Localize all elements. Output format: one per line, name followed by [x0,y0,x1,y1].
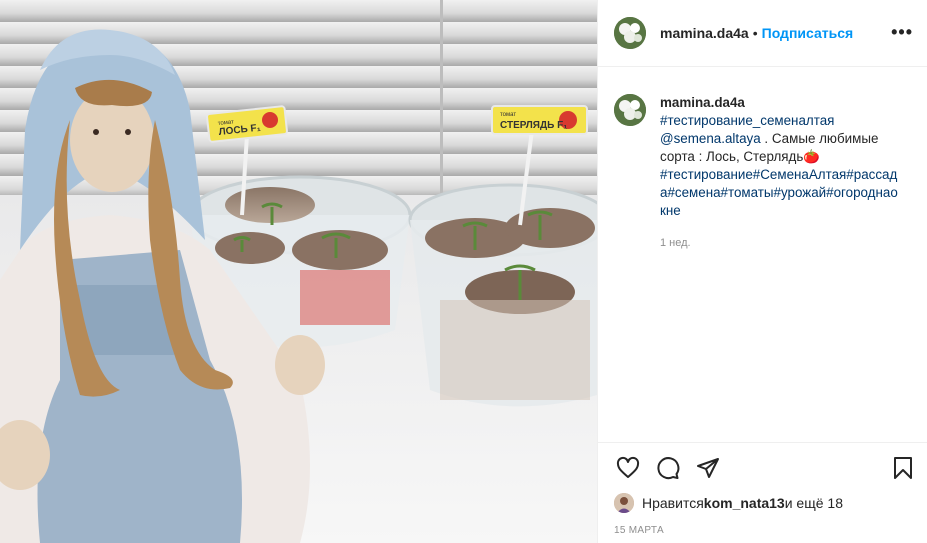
username-link[interactable]: mamina.da4a [660,25,749,41]
heart-icon[interactable] [614,454,642,482]
mention-link[interactable]: @semena.altaya [660,131,761,146]
action-icons [614,443,912,493]
actions-bar: Нравится kom_nata13 и ещё 18 15 МАРТА [598,442,927,543]
bookmark-icon[interactable] [889,454,917,482]
post-side-panel: mamina.da4a • Подписаться ••• mamina.da4… [597,0,927,543]
follow-button[interactable]: Подписаться [762,25,854,41]
post-photo[interactable]: томат ЛОСЬ F₁ томат СТЕРЛЯДЬ F₁ [0,0,597,543]
hashtags-link[interactable]: #тестирование#СеменаАлтая#рассада#семена… [660,167,898,218]
liker-username[interactable]: kom_nata13 [704,495,785,511]
post-header: mamina.da4a • Подписаться ••• [598,0,927,67]
avatar[interactable] [614,17,646,49]
share-icon[interactable] [694,454,722,482]
avatar[interactable] [614,94,646,126]
hashtag-link[interactable]: #тестирование_семеналтая [660,113,834,128]
caption-text: mamina.da4a #тестирование_семеналтая @se… [660,94,900,442]
post-date[interactable]: 15 МАРТА [614,525,911,536]
tomato-emoji: 🍅 [803,149,821,164]
more-icon[interactable]: ••• [891,22,913,43]
label-right: СТЕРЛЯДЬ F₁ [500,120,567,131]
caption-time[interactable]: 1 нед. [660,234,900,252]
caption-area: mamina.da4a #тестирование_семеналтая @se… [598,68,927,442]
likes-row: Нравится kom_nata13 и ещё 18 [614,493,911,513]
liker-avatar[interactable] [614,493,634,513]
separator-dot: • [752,25,758,41]
likes-suffix[interactable]: и ещё 18 [785,495,843,511]
likes-prefix: Нравится [642,495,704,511]
instagram-post: томат ЛОСЬ F₁ томат СТЕРЛЯДЬ F₁ mamina.d… [0,0,927,543]
caption-username[interactable]: mamina.da4a [660,94,900,112]
post-image: томат ЛОСЬ F₁ томат СТЕРЛЯДЬ F₁ [0,0,597,543]
comment-icon[interactable] [654,454,682,482]
label-right-small: томат [500,112,516,118]
